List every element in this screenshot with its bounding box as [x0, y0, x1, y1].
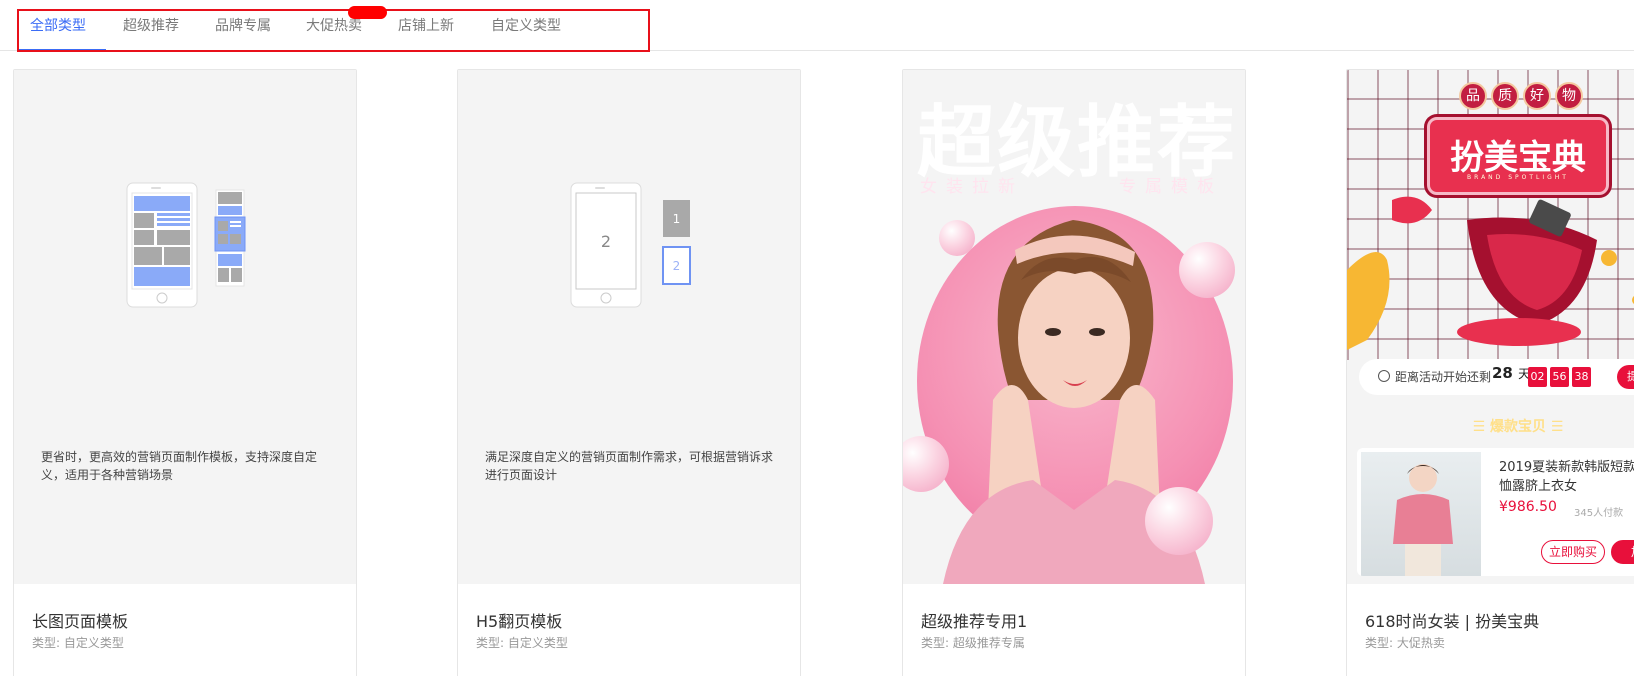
highlight-box [17, 9, 650, 52]
decor-ball [1145, 487, 1213, 555]
highlight-marker [348, 6, 387, 19]
template-gallery: 全部类型 超级推荐 品牌专属 大促热卖 店铺上新 自定义类型 更省时，更高效的营… [0, 0, 1634, 676]
buy-now-button: 立即购买 [1541, 540, 1605, 564]
card-title[interactable]: 超级推荐专用1 [921, 608, 1027, 632]
countdown-minutes: 56 [1550, 367, 1569, 387]
card-cover: 更省时，更高效的营销页面制作模板，支持深度自定义，适用于各种营销场景 [14, 70, 356, 584]
countdown-hours: 02 [1528, 367, 1547, 387]
card-type-label: 类型: 大促热卖 [1365, 636, 1445, 650]
card-description: 满足深度自定义的营销页面制作需求，可根据营销诉求进行页面设计 [485, 450, 774, 482]
template-card-long-page[interactable]: 更省时，更高效的营销页面制作模板，支持深度自定义，适用于各种营销场景 长图页面模… [13, 69, 357, 676]
card-type-label: 类型: 自定义类型 [476, 636, 568, 650]
countdown-days: 28 天 [1492, 364, 1530, 382]
product-price: ¥986.50 [1499, 499, 1557, 515]
fabric-decoration-illustration [1347, 196, 1634, 350]
card-type-label: 类型: 自定义类型 [32, 636, 124, 650]
flip-page-phone-icon: 2 1 2 [570, 182, 691, 308]
card-type-label: 类型: 超级推荐专属 [921, 636, 1025, 650]
countdown-label: 距离活动开始还剩 [1395, 370, 1492, 384]
template-card-super-recommend[interactable]: 超级推荐 女装拉新 专属模板 超级推荐专用1 类型: 超级推荐专属 [902, 69, 1246, 676]
countdown-days-value: 28 [1492, 364, 1513, 382]
card-cover: 2 1 2 满足深度自定义的营销页面制作需求，可根据营销诉求进行页面设计 [458, 70, 800, 584]
decor-ball [939, 220, 975, 256]
countdown-bar: 距离活动开始还剩 28 天 02 56 38 提醒 [1359, 359, 1634, 395]
clock-icon [1378, 370, 1390, 382]
product-name: 2019夏装新款韩版短款宽松短袖T恤露脐上衣女 [1499, 460, 1634, 494]
product-card: 2019夏装新款韩版短款宽松短袖T恤露脐上衣女 ¥986.50 345人付款 立… [1357, 448, 1634, 576]
card-title[interactable]: 618时尚女装 | 扮美宝典 [1365, 608, 1539, 632]
product-image [1361, 452, 1481, 576]
card-title[interactable]: H5翻页模板 [476, 608, 562, 632]
product-model-illustration [1393, 464, 1453, 576]
poster-super-recommend: 超级推荐 女装拉新 专属模板 [903, 70, 1245, 584]
countdown-seconds: 38 [1572, 367, 1591, 387]
page-number-thumb-2: 2 [673, 259, 681, 273]
template-card-618-fashion[interactable]: 品 质 好 物 扮美宝典 BRAND SPOTLIGHT 距离活动开始还剩 28… [1346, 69, 1634, 676]
card-title[interactable]: 长图页面模板 [32, 608, 128, 632]
remind-button: 提醒 [1617, 365, 1634, 389]
hot-section-title: ☰ 爆款宝贝 ☰ [1472, 419, 1564, 435]
card-description: 更省时，更高效的营销页面制作模板，支持深度自定义，适用于各种营销场景 [41, 450, 318, 482]
page-number-main: 2 [601, 232, 611, 251]
product-paid-count: 345人付款 [1574, 508, 1624, 519]
poster-618-fashion: 品 质 好 物 扮美宝典 BRAND SPOTLIGHT 距离活动开始还剩 28… [1347, 70, 1634, 584]
long-page-phone-icon [126, 182, 246, 308]
decor-ball [1179, 242, 1235, 298]
page-number-thumb-1: 1 [673, 212, 681, 226]
add-to-cart-button: 加购 [1611, 540, 1634, 564]
template-card-h5-flip[interactable]: 2 1 2 满足深度自定义的营销页面制作需求，可根据营销诉求进行页面设计 H5翻… [457, 69, 801, 676]
hot-section-label: 爆款宝贝 [1490, 419, 1546, 435]
